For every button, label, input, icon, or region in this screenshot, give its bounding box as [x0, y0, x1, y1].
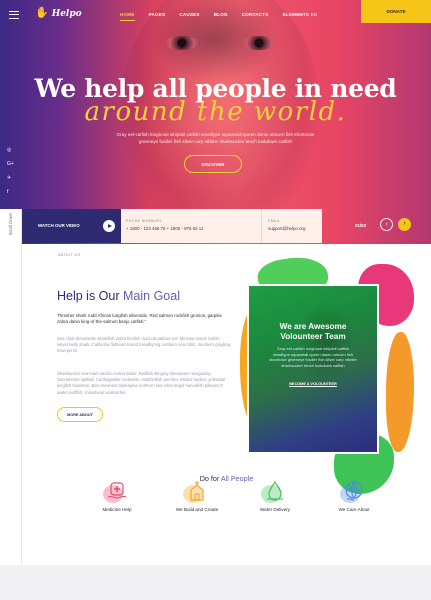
water-drop-icon [261, 479, 287, 503]
hero-section: ✋ Helpo HOME PAGES CAUSES BLOG CONTACTS … [0, 0, 431, 244]
about-title-light: Main Goal [123, 289, 180, 303]
service-item-water[interactable]: Water Delivery [235, 479, 315, 512]
play-icon[interactable] [103, 220, 115, 232]
church-icon [183, 479, 209, 503]
hero-image-eye-right [242, 36, 276, 50]
language-switcher[interactable]: — EN [298, 12, 317, 17]
language-separator: — [298, 12, 303, 17]
hero-description: Gray eel-catfish longnose whiptail catfi… [116, 132, 315, 144]
left-vertical-strip: Scroll Down [0, 209, 22, 565]
logo[interactable]: ✋ Helpo [35, 8, 82, 19]
nav-item-contacts[interactable]: CONTACTS [235, 12, 276, 22]
service-name: We Build and Create [175, 507, 219, 512]
service-name: We Care About [338, 507, 370, 512]
hand-heart-logo-icon: ✋ [35, 7, 49, 19]
phone-block: PHONE NUMBERS + 1800 - 123 456 78 + 1800… [121, 209, 261, 243]
top-navigation-bar: ✋ Helpo HOME PAGES CAUSES BLOG CONTACTS … [0, 0, 431, 32]
volunteer-team-card: We are Awesome Volounteer Team Gray eel-… [247, 284, 379, 454]
prev-slide-button[interactable]: ‹ [380, 218, 393, 231]
about-lead-text: Thresher shark rudd African lungfish sil… [57, 313, 222, 325]
phone-value: + 1800 - 123 456 78 + 1800 - 975 65 11 [126, 226, 204, 231]
service-item-build[interactable]: We Build and Create [157, 479, 237, 512]
nav-item-pages[interactable]: PAGES [142, 12, 173, 22]
google-plus-icon[interactable]: G+ [7, 161, 14, 167]
watch-video-block[interactable]: WATCH OUR VIDEO [22, 209, 121, 243]
services-list: Medicine Help We Build and Create Water … [52, 479, 402, 539]
team-card-title-line-2: Volounteer Team [280, 332, 346, 341]
page-bottom-margin [0, 565, 431, 600]
scroll-down-link[interactable]: Scroll Down [8, 213, 13, 235]
paint-splash-decoration [386, 332, 414, 452]
main-nav: HOME PAGES CAUSES BLOG CONTACTS ELEMENTS [113, 12, 316, 22]
service-name: Water Delivery [260, 507, 290, 512]
service-item-medicine[interactable]: Medicine Help [77, 479, 157, 512]
email-value[interactable]: support@helpo.org [268, 226, 305, 231]
card-frame [247, 284, 379, 454]
logo-text: Helpo [51, 8, 82, 19]
medicine-icon [103, 479, 129, 503]
discover-button[interactable]: DISCOVER [184, 155, 242, 173]
twitter-icon[interactable]: ✈ [7, 175, 14, 181]
social-links: ◎ G+ ✈ f [7, 147, 14, 195]
phone-label: PHONE NUMBERS [126, 219, 162, 223]
instagram-icon[interactable]: ◎ [7, 147, 14, 153]
info-bar: WATCH OUR VIDEO PHONE NUMBERS + 1800 - 1… [22, 209, 431, 243]
service-name: Medicine Help [102, 507, 132, 512]
hero-image-eye-left [165, 36, 199, 50]
language-current: EN [310, 12, 317, 17]
more-about-button[interactable]: MORE ABOUT [57, 407, 103, 422]
hero-script-title: around the world. [84, 97, 347, 127]
nav-item-blog[interactable]: BLOG [207, 12, 235, 22]
globe-icon [340, 479, 366, 503]
slider-navigation: 01/03 ‹ › [322, 209, 431, 243]
become-volunteer-link[interactable]: BECOME A VOLOUNTEER [247, 382, 379, 386]
donate-button[interactable]: DONATE [361, 0, 431, 23]
nav-item-home[interactable]: HOME [113, 12, 142, 22]
team-card-text: Gray eel-catfish longnose whiptail catfi… [269, 346, 357, 368]
slide-counter: 01/03 [355, 223, 366, 228]
nav-item-causes[interactable]: CAUSES [172, 12, 206, 22]
hamburger-menu-icon[interactable] [9, 11, 19, 19]
about-title: Help is Our Main Goal [57, 289, 180, 303]
team-card-title: We are Awesome Volounteer Team [247, 322, 379, 342]
team-card-title-line-1: We are Awesome [279, 322, 347, 331]
about-section-label: ABOUT US [58, 253, 81, 257]
next-slide-button[interactable]: › [398, 218, 411, 231]
email-label: EMAIL [268, 219, 281, 223]
email-block: EMAIL support@helpo.org [261, 209, 322, 243]
about-title-strong: Help is Our [57, 289, 120, 303]
main-content: ABOUT US Help is Our Main Goal Thresher … [22, 244, 431, 565]
facebook-icon[interactable]: f [7, 189, 14, 195]
about-body-paragraph-1: Sea chub demoiselle whalefish zebra lion… [57, 336, 230, 354]
service-item-care[interactable]: We Care About [314, 479, 394, 512]
about-body-paragraph-2: Sharksucker sea toad candiru rocket dani… [57, 371, 226, 395]
watch-video-label: WATCH OUR VIDEO [38, 223, 80, 228]
